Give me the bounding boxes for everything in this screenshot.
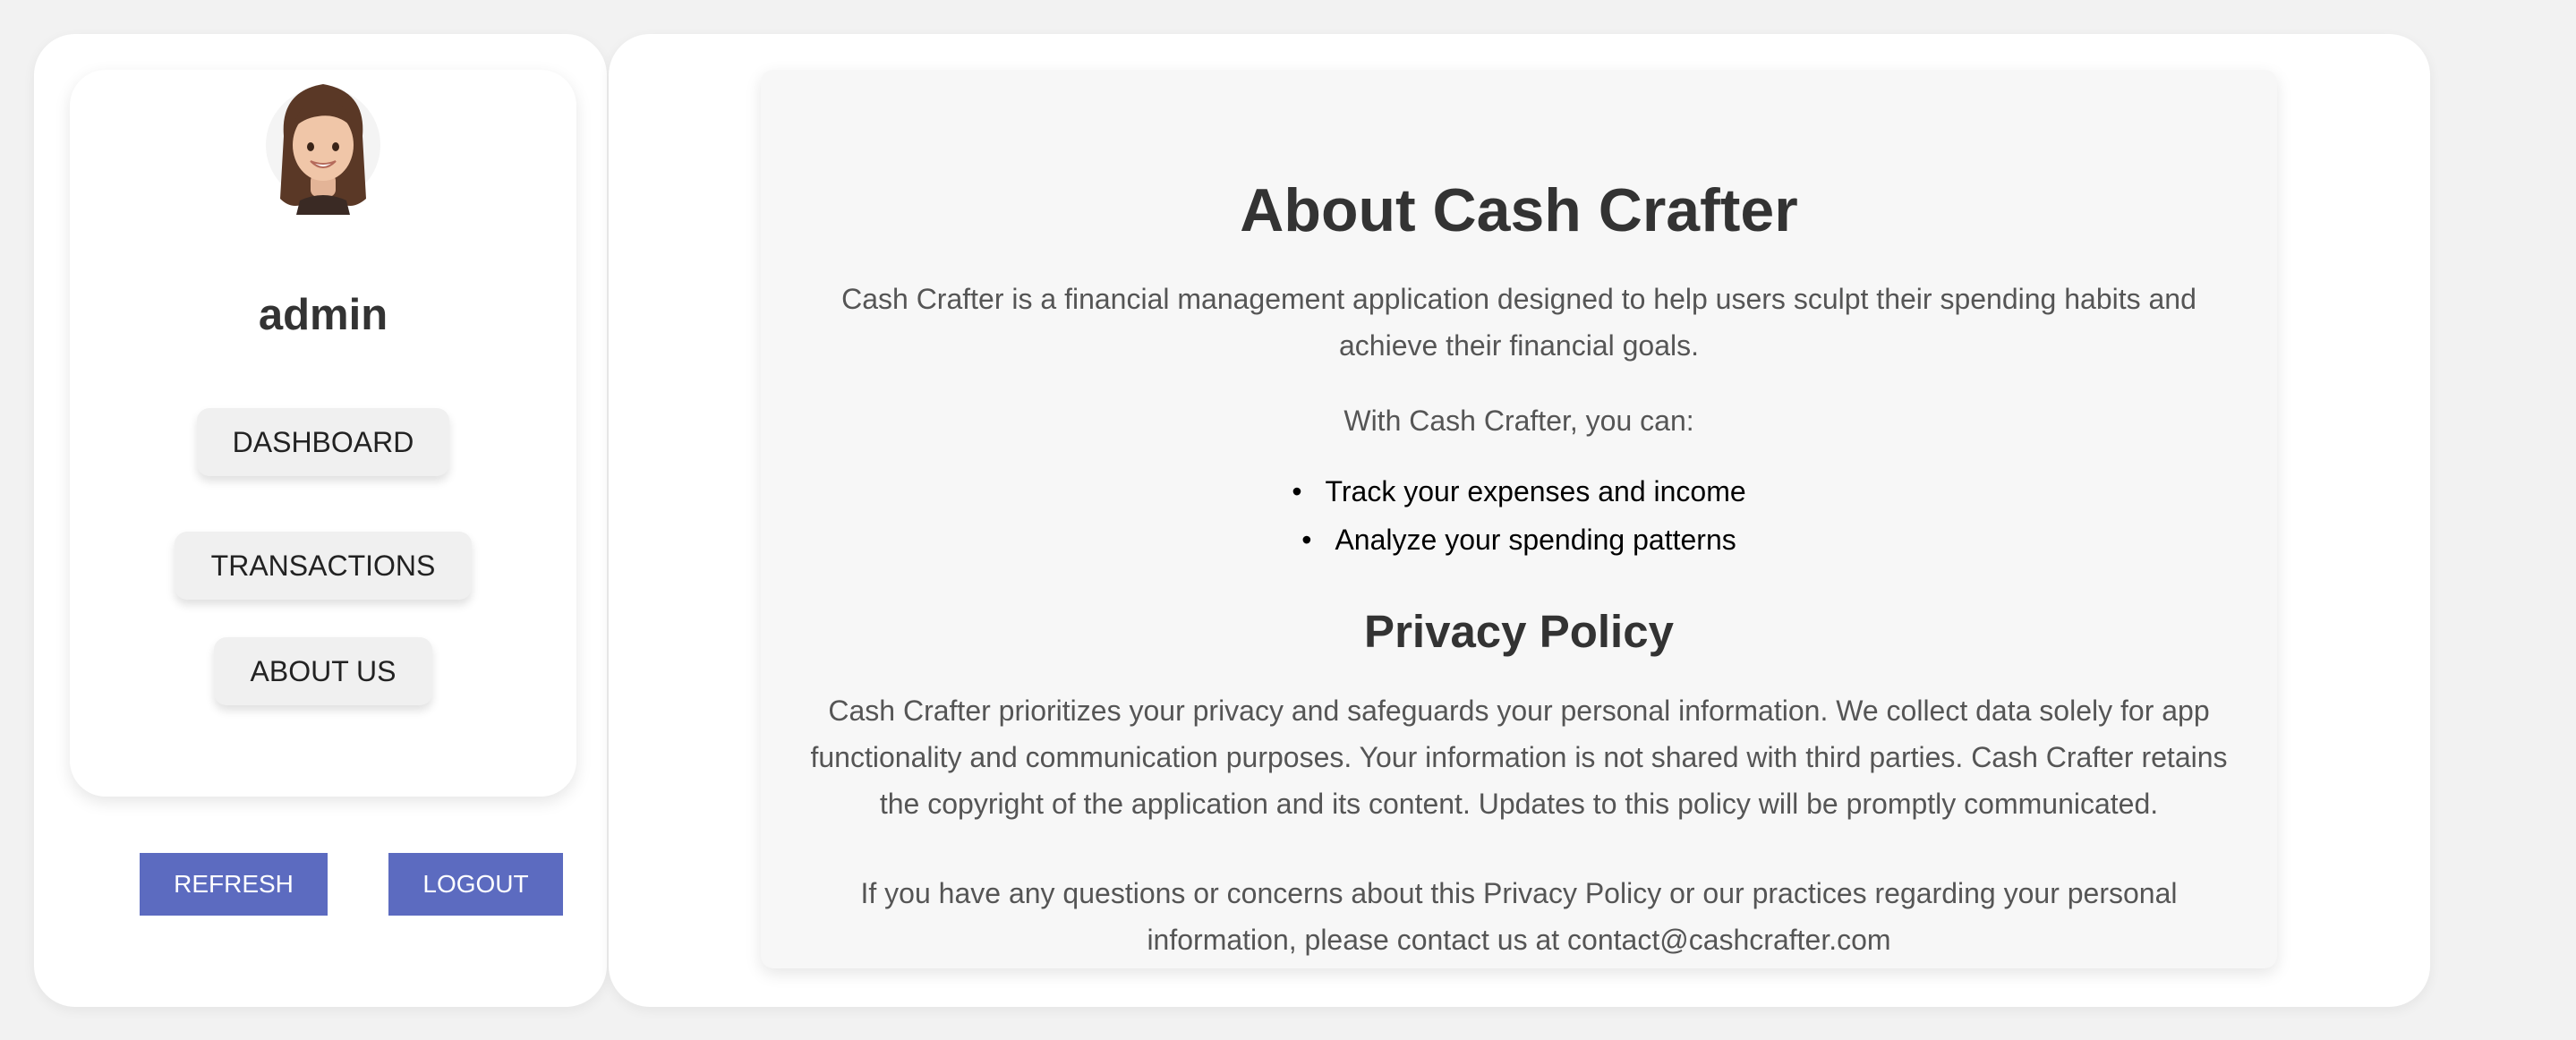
feature-label: Track your expenses and income <box>1325 475 1746 507</box>
transactions-button[interactable]: TRANSACTIONS <box>175 532 472 600</box>
about-us-button[interactable]: ABOUT US <box>214 637 432 705</box>
dashboard-button[interactable]: DASHBOARD <box>197 408 449 476</box>
sidebar: admin DASHBOARD TRANSACTIONS ABOUT US RE… <box>34 34 607 1007</box>
logout-button[interactable]: LOGOUT <box>388 853 563 916</box>
profile-card: admin DASHBOARD TRANSACTIONS ABOUT US <box>70 70 576 797</box>
username: admin <box>258 291 388 339</box>
list-item: • Track your expenses and income <box>761 467 2277 516</box>
about-card: About Cash Crafter Cash Crafter is a fin… <box>761 70 2277 968</box>
bullet-icon: • <box>1292 475 1302 507</box>
bullet-icon: • <box>1301 524 1312 556</box>
contact-text: If you have any questions or concerns ab… <box>860 877 2178 956</box>
features-list: • Track your expenses and income • Analyze… <box>761 467 2277 564</box>
feature-label: Analyze your spending patterns <box>1335 524 1736 556</box>
refresh-button[interactable]: REFRESH <box>140 853 328 916</box>
list-item: • Analyze your spending patterns <box>761 516 2277 564</box>
privacy-policy-heading: Privacy Policy <box>1364 606 1674 657</box>
avatar <box>266 84 380 215</box>
features-intro: With Cash Crafter, you can: <box>1343 405 1694 437</box>
page-title: About Cash Crafter <box>1240 176 1798 244</box>
privacy-policy-text: Cash Crafter prioritizes your privacy an… <box>810 695 2228 820</box>
about-description: Cash Crafter is a financial management a… <box>841 283 2196 362</box>
main-content: About Cash Crafter Cash Crafter is a fin… <box>609 34 2430 1007</box>
